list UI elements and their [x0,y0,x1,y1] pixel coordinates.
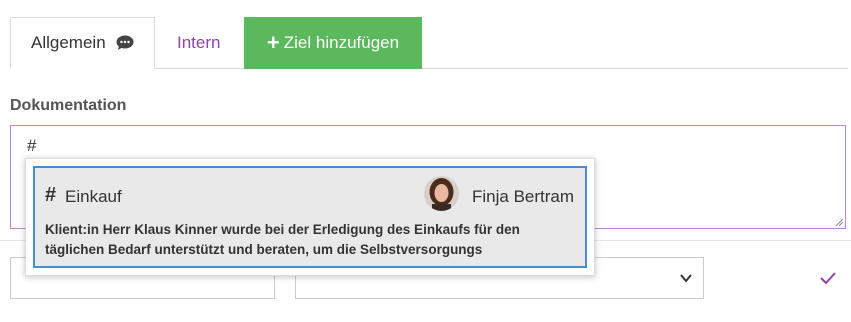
documentation-value: # [27,136,37,155]
tab-internal[interactable]: Intern [177,17,220,68]
tab-bar: Allgemein Intern + Ziel hinzufügen [10,17,848,69]
tab-general-label: Allgemein [31,33,106,52]
mention-suggestions-popup: # Einkauf Finja Bertram Klient:in Herr K… [25,158,595,276]
chevron-down-icon [680,274,692,283]
plus-icon: + [266,30,280,55]
documentation-label: Dokumentation [10,97,127,114]
avatar [424,176,459,211]
add-goal-label: Ziel hinzufügen [283,33,400,52]
suggestion-text: Klient:in Herr Klaus Kinner wurde bei de… [45,222,520,257]
add-goal-button[interactable]: + Ziel hinzufügen [244,17,422,69]
hashtag-icon: # [45,184,57,206]
tab-general[interactable]: Allgemein [10,17,155,69]
resize-handle-icon[interactable] [835,218,843,226]
checkmark-icon[interactable] [818,268,838,288]
suggestion-tag: Einkauf [65,187,122,206]
suggestion-item[interactable]: # Einkauf Finja Bertram Klient:in Herr K… [33,166,587,268]
suggestion-user: Finja Bertram [472,187,575,206]
chat-bubble-icon [116,35,134,51]
